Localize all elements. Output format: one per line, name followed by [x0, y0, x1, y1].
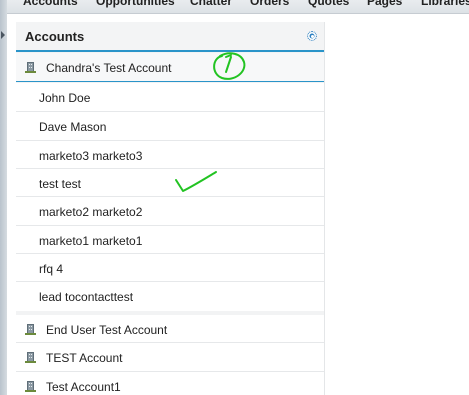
tab-quotes[interactable]: Quotes: [308, 0, 349, 8]
contact-name: marketo1 marketo1: [39, 234, 143, 248]
building-icon: [25, 323, 36, 335]
contact-name: marketo3 marketo3: [39, 149, 143, 163]
building-icon: [25, 351, 36, 363]
gear-icon[interactable]: [307, 31, 317, 41]
expand-arrow-icon: [1, 31, 5, 39]
building-icon: [25, 61, 36, 73]
tab-pages[interactable]: Pages: [367, 0, 402, 8]
account-name: Chandra's Test Account: [46, 61, 172, 75]
account-row[interactable]: TEST Account: [16, 343, 324, 372]
tab-accounts[interactable]: Accounts: [23, 0, 78, 8]
account-name: TEST Account: [46, 351, 123, 365]
tab-chatter[interactable]: Chatter: [190, 0, 232, 8]
contact-row[interactable]: test test: [16, 169, 324, 197]
tab-orders[interactable]: Orders: [250, 0, 289, 8]
panel-header: Accounts: [16, 22, 324, 52]
contact-row[interactable]: Dave Mason: [16, 112, 324, 141]
contact-row[interactable]: marketo3 marketo3: [16, 141, 324, 169]
tab-libraries[interactable]: Libraries: [421, 0, 469, 8]
tab-opportunities[interactable]: Opportunities: [96, 0, 175, 8]
contact-row[interactable]: marketo1 marketo1: [16, 226, 324, 254]
contact-name: test test: [39, 177, 82, 191]
contact-name: Dave Mason: [39, 120, 107, 134]
contact-name: lead tocontacttest: [39, 290, 134, 304]
building-icon: [25, 380, 36, 392]
contact-row[interactable]: marketo2 marketo2: [16, 197, 324, 226]
sidebar-collapse-handle[interactable]: [0, 0, 7, 395]
contact-row[interactable]: John Doe: [16, 83, 324, 112]
contact-name: rfq 4: [39, 262, 64, 276]
account-row[interactable]: End User Test Account: [16, 315, 324, 343]
top-nav-bar: Accounts Opportunities Chatter Orders Qu…: [0, 0, 469, 14]
account-name: End User Test Account: [46, 323, 168, 337]
account-row[interactable]: Test Account1: [16, 372, 324, 395]
accounts-panel: Accounts Chandra's Test Account John Doe…: [16, 22, 325, 395]
account-row-selected[interactable]: Chandra's Test Account: [16, 53, 324, 82]
contact-name: marketo2 marketo2: [39, 205, 143, 219]
account-name: Test Account1: [46, 380, 121, 394]
contact-row[interactable]: rfq 4: [16, 254, 324, 282]
contact-row[interactable]: lead tocontacttest: [16, 282, 324, 311]
panel-title: Accounts: [25, 29, 85, 44]
contact-name: John Doe: [39, 91, 91, 105]
